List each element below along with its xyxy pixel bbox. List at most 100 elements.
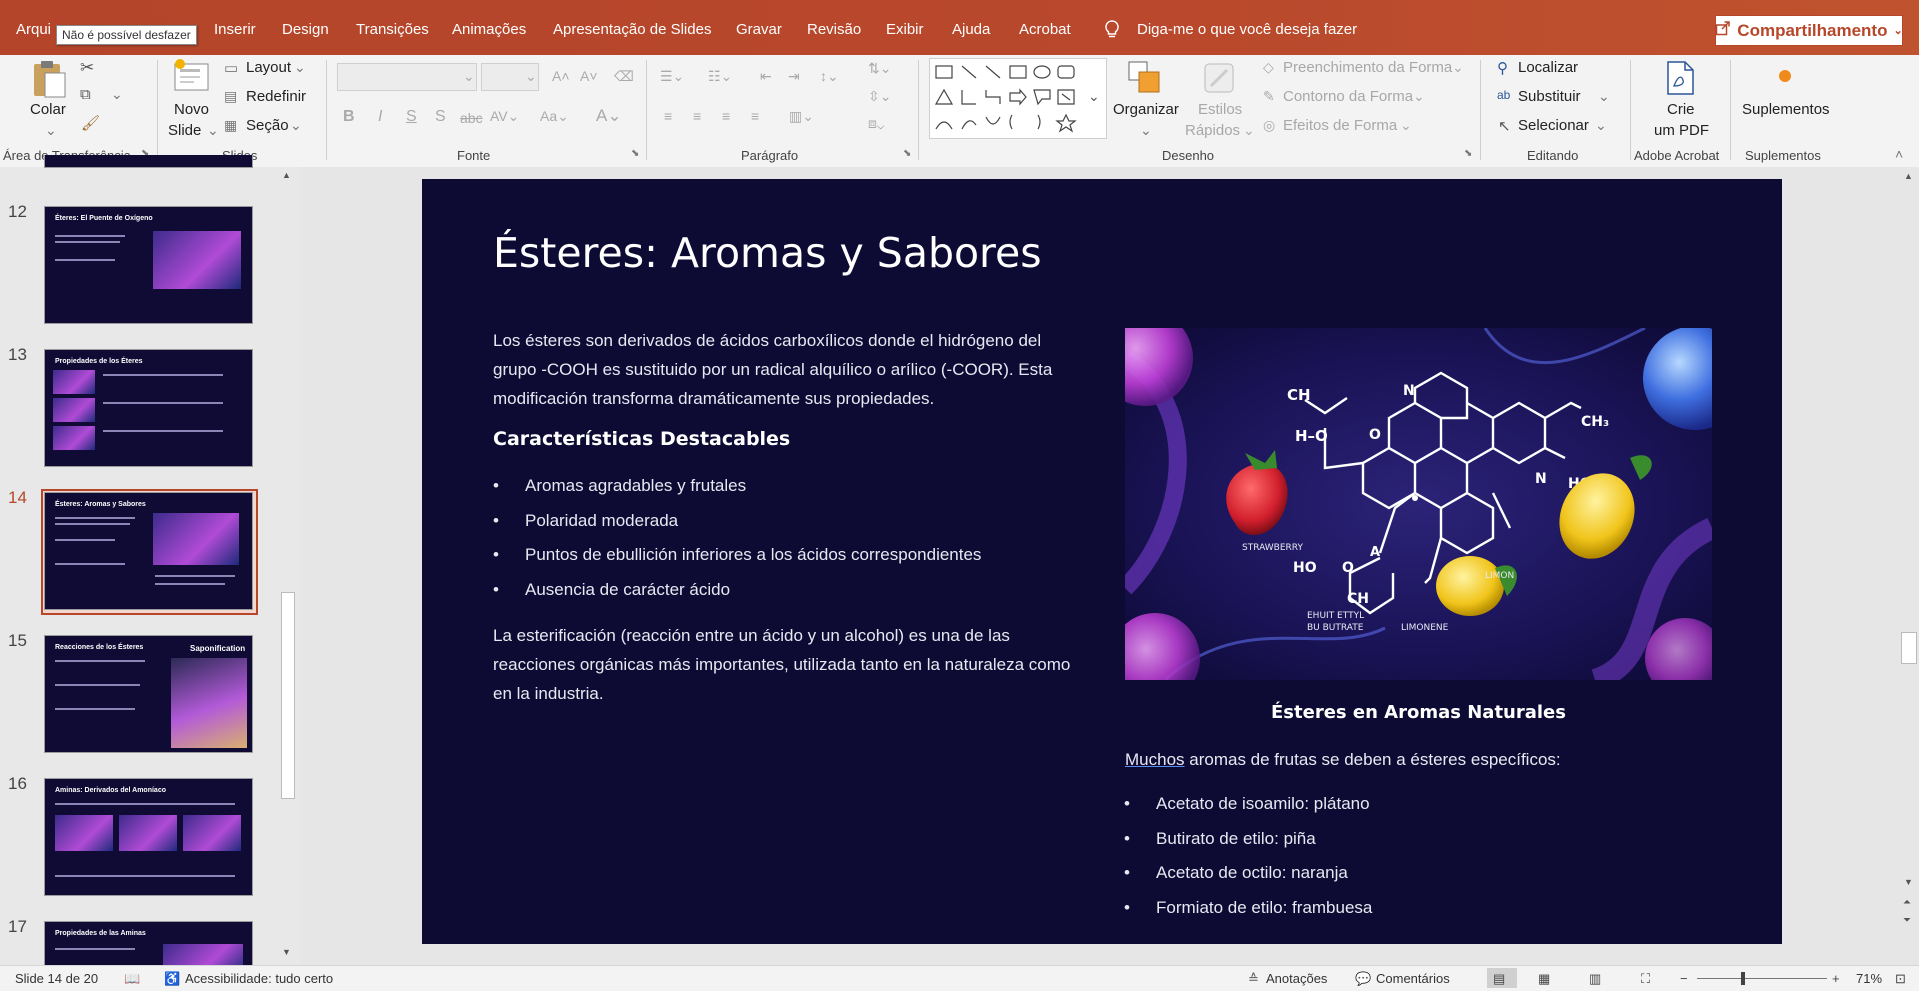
decrease-indent-icon[interactable]: ⇤ (760, 68, 772, 85)
scroll-up-icon[interactable]: ▲ (282, 170, 291, 180)
section-subtitle[interactable]: Características Destacables (493, 428, 790, 450)
zoom-in-icon[interactable]: + (1832, 971, 1840, 986)
shapes-gallery[interactable] (929, 58, 1107, 139)
reading-view-icon[interactable]: ▥ (1589, 971, 1601, 987)
chevron-down-icon[interactable]: ⌄ (1598, 88, 1610, 105)
zoom-out-icon[interactable]: − (1680, 971, 1688, 986)
cursor-icon[interactable]: ↖ (1498, 117, 1511, 135)
chevron-down-icon[interactable]: ⌄ (1452, 59, 1464, 76)
feature-bullet[interactable]: Ausencia de carácter ácido (493, 580, 730, 600)
copy-icon[interactable]: ⧉ (80, 86, 91, 103)
char-spacing-icon[interactable]: AV⌄ (490, 108, 519, 125)
chevron-down-icon[interactable]: ⌄ (207, 122, 219, 139)
comments-icon[interactable]: 💬 (1355, 971, 1371, 987)
new-slide-button[interactable]: Novo (174, 101, 209, 118)
slide-thumbnail-11-partial[interactable] (44, 155, 253, 168)
columns-icon[interactable]: ▥⌄ (789, 108, 814, 125)
pen-icon[interactable]: ✎ (1263, 88, 1275, 105)
chevron-down-icon[interactable]: ⌄ (1413, 88, 1425, 105)
slide-thumbnail-14[interactable]: Ésteres: Aromas y Sabores (44, 492, 253, 610)
paste-button[interactable]: Colar (30, 101, 66, 118)
scroll-down-icon[interactable]: ▼ (1904, 877, 1913, 887)
notes-button[interactable]: Anotações (1266, 971, 1327, 986)
align-center-icon[interactable]: ≡ (693, 108, 701, 124)
underline-icon[interactable]: S (406, 108, 417, 126)
zoom-slider-thumb[interactable] (1741, 972, 1745, 985)
new-slide-button-line2[interactable]: Slide (168, 122, 201, 139)
tab-file[interactable]: Arqui (16, 21, 51, 38)
chevron-down-icon[interactable]: ⌄ (111, 86, 123, 103)
scroll-up-icon[interactable]: ▲ (1904, 171, 1913, 181)
shape-fill-button[interactable]: Preenchimento da Forma (1283, 59, 1452, 76)
arrange-icon[interactable] (1127, 60, 1163, 99)
chevron-down-icon[interactable]: ⌄ (294, 59, 306, 76)
new-slide-icon[interactable] (172, 58, 212, 97)
italic-icon[interactable]: I (378, 108, 382, 126)
slideshow-icon[interactable]: ⛶ (1641, 971, 1650, 987)
effects-icon[interactable]: ◎ (1263, 117, 1275, 134)
chevron-down-icon[interactable]: ⌄ (1140, 122, 1152, 139)
closing-paragraph[interactable]: La esterificación (reacción entre un áci… (493, 621, 1083, 708)
thumbnail-scrollbar[interactable]: ▲ ▼ (278, 167, 296, 965)
tab-help[interactable]: Ajuda (952, 21, 990, 38)
quick-styles-button[interactable]: Estilos (1198, 101, 1242, 118)
aroma-bullet[interactable]: Acetato de isoamilo: plátano (1124, 794, 1370, 814)
aroma-bullet[interactable]: Acetato de octilo: naranja (1124, 863, 1348, 883)
slide-thumbnail-12[interactable]: Éteres: El Puente de Oxígeno (44, 206, 253, 324)
replace-button[interactable]: Substituir (1518, 88, 1581, 105)
strikethrough-icon[interactable]: abc (460, 110, 483, 126)
tab-record[interactable]: Gravar (736, 21, 782, 38)
right-intro-first-word[interactable]: Muchos (1125, 750, 1185, 769)
increase-indent-icon[interactable]: ⇥ (788, 68, 800, 85)
accessibility-status[interactable]: Acessibilidade: tudo certo (185, 971, 333, 986)
fill-bucket-icon[interactable]: ◇ (1263, 59, 1274, 76)
quick-styles-button-line2[interactable]: Rápidos (1185, 122, 1240, 139)
line-spacing-icon[interactable]: ↕⌄ (820, 68, 839, 85)
image-caption-title[interactable]: Ésteres en Aromas Naturales (1125, 702, 1712, 723)
chevron-down-icon[interactable]: ⌄ (290, 117, 302, 134)
intro-paragraph[interactable]: Los ésteres son derivados de ácidos carb… (493, 326, 1083, 413)
tab-animations[interactable]: Animações (452, 21, 526, 38)
quick-styles-icon[interactable] (1201, 60, 1237, 99)
previous-slide-icon[interactable]: ⏶ (1903, 897, 1911, 908)
slide-thumbnail-16[interactable]: Aminas: Derivados del Amoníaco (44, 778, 253, 896)
chevron-down-icon[interactable]: ⌄ (1243, 122, 1255, 139)
gallery-more-icon[interactable]: ⌄ (1088, 88, 1100, 105)
search-icon[interactable]: ⚲ (1497, 59, 1508, 77)
zoom-level[interactable]: 71% (1856, 971, 1882, 986)
section-button[interactable]: Seção (246, 117, 289, 134)
slide-thumbnail-17[interactable]: Propiedades de las Aminas (44, 921, 253, 966)
create-pdf-button-line2[interactable]: um PDF (1654, 122, 1709, 139)
change-case-icon[interactable]: Aa⌄ (540, 108, 569, 125)
share-button[interactable]: Compartilhamento ⌄ (1715, 15, 1903, 46)
scroll-down-icon[interactable]: ▼ (282, 947, 291, 957)
accessibility-icon[interactable]: ♿ (164, 971, 180, 987)
tab-acrobat[interactable]: Acrobat (1019, 21, 1071, 38)
shrink-font-icon[interactable]: A˅ (580, 68, 598, 84)
grow-font-icon[interactable]: A˄ (552, 68, 570, 84)
select-button[interactable]: Selecionar (1518, 117, 1589, 134)
paste-icon[interactable] (31, 58, 67, 101)
pdf-icon[interactable] (1663, 60, 1697, 99)
bold-icon[interactable]: B (343, 108, 355, 126)
feature-bullet[interactable]: Puntos de ebullición inferiores a los ác… (493, 545, 981, 565)
aroma-bullet[interactable]: Formiato de etilo: frambuesa (1124, 898, 1372, 918)
fit-to-window-icon[interactable]: ⊡ (1895, 971, 1906, 987)
chevron-down-icon[interactable]: ⌄ (463, 68, 475, 85)
numbering-icon[interactable]: ☷⌄ (708, 68, 732, 85)
layout-icon[interactable]: ▭ (224, 59, 238, 77)
slide-counter[interactable]: Slide 14 de 20 (15, 971, 98, 986)
font-family-select[interactable] (337, 63, 477, 91)
reset-button[interactable]: Redefinir (246, 88, 306, 105)
font-color-icon[interactable]: A⌄ (596, 106, 622, 126)
tab-insert[interactable]: Inserir (214, 21, 256, 38)
align-left-icon[interactable]: ≡ (664, 108, 672, 124)
cut-icon[interactable]: ✂ (80, 58, 94, 78)
clear-format-icon[interactable]: ⌫ (614, 68, 634, 85)
tab-design[interactable]: Design (282, 21, 329, 38)
notes-icon[interactable]: ≙ (1248, 971, 1259, 987)
shadow-icon[interactable]: S (435, 108, 446, 126)
section-icon[interactable]: ▦ (224, 117, 237, 134)
smartart-icon[interactable]: ⧈⌄ (868, 115, 884, 132)
layout-button[interactable]: Layout (246, 59, 291, 76)
